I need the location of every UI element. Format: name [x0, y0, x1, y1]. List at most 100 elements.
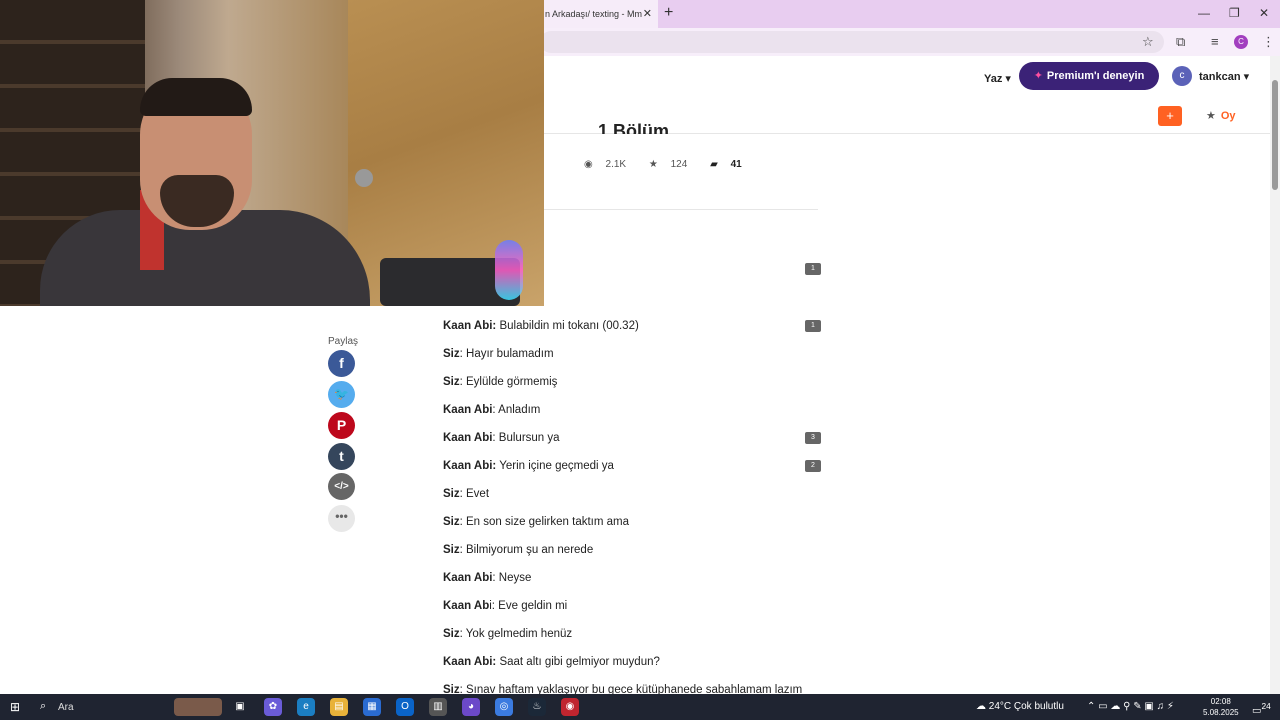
speaker-name: Siz	[443, 488, 460, 500]
story-line: Siz: Bilmiyorum şu an nerede	[443, 544, 593, 556]
votes-stat: ★ 124	[648, 159, 688, 170]
user-menu[interactable]: tankcan ▾	[1199, 70, 1249, 83]
notification-icon[interactable]: ▭24	[1252, 701, 1271, 716]
comment-bubble[interactable]: 1	[805, 263, 821, 275]
windows-start-icon[interactable]: ⊞	[10, 700, 20, 714]
tumblr-share-icon[interactable]: t	[328, 443, 355, 470]
webcam-overlay	[0, 0, 544, 306]
line-text: : Evet	[459, 488, 490, 500]
cloud-icon: ☁	[976, 701, 989, 712]
story-line: Kaan Abi: Yerin içine geçmedi ya	[443, 460, 614, 472]
speaker-name: Kaan Ab	[443, 600, 490, 612]
more-share-icon[interactable]: •••	[328, 505, 355, 532]
outlook-icon[interactable]: O	[396, 698, 414, 716]
taskbar: ⊞ ⌕ Ara ▣ ✿ e ▤ ▦ O ▥ ◕ ◎ ♨ ◉ ☁ 24°C Çok…	[0, 694, 1280, 720]
story-line: Siz: En son size gelirken taktım ama	[443, 516, 629, 528]
speaker-name: Siz	[443, 544, 460, 556]
eye-icon: ◉	[584, 159, 596, 170]
pinterest-share-icon[interactable]: P	[328, 412, 355, 439]
speaker-name: Kaan Abi:	[443, 320, 497, 332]
story-line: Kaan Abi: Eve geldin mi	[443, 600, 567, 612]
new-tab-button[interactable]: +	[664, 4, 673, 22]
browser-tab-active[interactable]: n Arkadaşı/ texting - Mm ✕	[540, 0, 658, 28]
speaker-name: Kaan Abi	[443, 572, 493, 584]
extensions-icon[interactable]: ⧉	[1176, 34, 1185, 50]
story-line: Kaan Abi: Neyse	[443, 572, 531, 584]
file-explorer-icon[interactable]: ▤	[330, 698, 348, 716]
reads-stat: ◉ 2.1K	[584, 159, 627, 170]
story-line: Kaan Abi: Bulabildin mi tokanı (00.32)	[443, 320, 639, 332]
steam-icon[interactable]: ♨	[528, 698, 546, 716]
scroll-thumb[interactable]	[1272, 80, 1278, 190]
close-window-button[interactable]: ✕	[1259, 6, 1269, 20]
line-text: : Bilmiyorum şu an nerede	[459, 544, 594, 556]
tab-close-icon[interactable]: ✕	[643, 0, 652, 28]
minimize-button[interactable]: —	[1198, 6, 1210, 20]
star-icon: ★	[648, 159, 661, 170]
speaker-name: Kaan Abi	[443, 432, 493, 444]
bookmark-star-icon[interactable]: ☆	[1142, 34, 1154, 50]
tray-icons[interactable]: ⌃ ▭ ☁ ⚲ ✎ ▣ ♫ ⚡	[1087, 701, 1174, 712]
line-text: Saat altı gibi gelmiyor muydun?	[496, 656, 660, 668]
comment-bubble[interactable]: 3	[805, 432, 821, 444]
search-highlight-image[interactable]	[174, 698, 222, 716]
story-line: Kaan Abi: Bulursun ya	[443, 432, 560, 444]
browser-menu-icon[interactable]: ⋮	[1262, 34, 1275, 50]
user-avatar[interactable]: c	[1172, 66, 1192, 86]
story-line: Siz: Yok gelmedim henüz	[443, 628, 572, 640]
story-stats: ◉ 2.1K ★ 124 ▰ 41	[584, 159, 762, 170]
vote-label: Oy	[1220, 110, 1236, 122]
chapter-title: 1.Bölüm	[598, 121, 670, 134]
person-hair	[140, 78, 252, 116]
copilot-icon[interactable]: ✿	[264, 698, 282, 716]
line-text: : Eylülde görmemiş	[459, 376, 558, 388]
rgb-light	[495, 240, 523, 300]
line-text: i: Eve geldin mi	[489, 600, 568, 612]
line-text: Yerin içine geçmedi ya	[496, 460, 614, 472]
edge-icon[interactable]: e	[297, 698, 315, 716]
embed-share-icon[interactable]: </>	[328, 473, 355, 500]
speaker-name: Siz	[443, 376, 460, 388]
line-text: : Yok gelmedim henüz	[459, 628, 573, 640]
twitter-share-icon[interactable]: 🐦	[328, 381, 355, 408]
task-view-icon[interactable]: ▣	[231, 698, 249, 716]
speaker-name: Siz	[443, 348, 460, 360]
address-bar[interactable]	[540, 31, 1164, 53]
media-control-icon[interactable]: ≡	[1211, 34, 1219, 49]
line-text: : Anladım	[492, 404, 541, 416]
speaker-name: Kaan Abi:	[443, 460, 497, 472]
speaker-name: Siz	[443, 516, 460, 528]
weather-widget[interactable]: ☁ 24°C Çok bulutlu	[976, 701, 1064, 712]
browser-profile-avatar[interactable]: C	[1234, 35, 1248, 49]
story-line: Siz: Hayır bulamadım	[443, 348, 554, 360]
line-text: : En son size gelirken taktım ama	[459, 516, 630, 528]
star-icon: ★	[1206, 110, 1216, 122]
tab-title: n Arkadaşı/ texting - Mm	[545, 9, 643, 19]
line-text: : Neyse	[492, 572, 532, 584]
date: 5.08.2025	[1203, 708, 1239, 717]
search-placeholder: Ara	[58, 702, 74, 713]
vote-button[interactable]: ★ Oy	[1206, 109, 1236, 122]
comment-bubble[interactable]: 1	[805, 320, 821, 332]
app-icon[interactable]: ▥	[429, 698, 447, 716]
write-menu[interactable]: Yaz ▾	[984, 72, 1011, 85]
store-icon[interactable]: ▦	[363, 698, 381, 716]
search-icon: ⌕	[40, 700, 47, 712]
add-to-list-button[interactable]: +	[1158, 106, 1182, 126]
premium-button[interactable]: ✦ Premium'ı deneyin	[1019, 62, 1159, 90]
speaker-name: Kaan Abi	[443, 404, 493, 416]
sparkle-icon: ✦	[1033, 70, 1043, 82]
chrome-icon[interactable]: ◎	[495, 698, 513, 716]
speaker-name: Kaan Abi:	[443, 656, 497, 668]
line-text: : Bulursun ya	[492, 432, 560, 444]
story-line: Siz: Eylülde görmemiş	[443, 376, 557, 388]
obs-icon[interactable]: ◉	[561, 698, 579, 716]
maximize-button[interactable]: ❐	[1229, 6, 1240, 20]
comment-bubble[interactable]: 2	[805, 460, 821, 472]
door-knob	[355, 169, 373, 187]
clock[interactable]: 02:08 5.08.2025	[1203, 696, 1239, 718]
facebook-share-icon[interactable]: f	[328, 350, 355, 377]
time: 02:08	[1210, 697, 1231, 706]
discord-icon[interactable]: ◕	[462, 698, 480, 716]
story-line: Kaan Abi: Saat altı gibi gelmiyor muydun…	[443, 656, 660, 668]
